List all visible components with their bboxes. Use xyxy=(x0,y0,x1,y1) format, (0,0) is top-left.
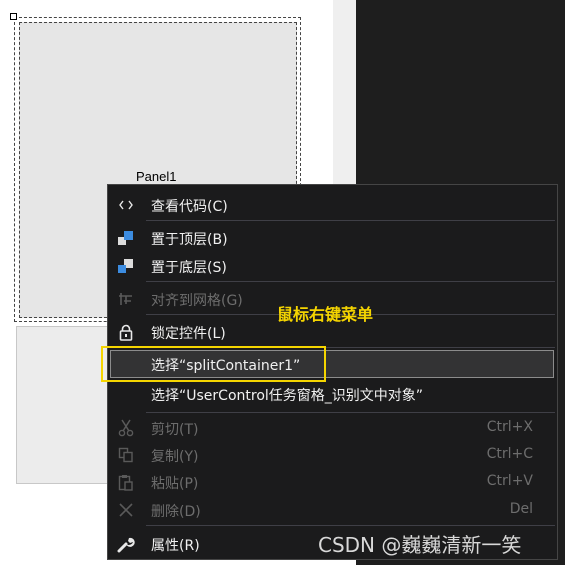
menu-item-cut: 剪切(T) Ctrl+X xyxy=(108,414,557,442)
menu-separator xyxy=(146,220,555,221)
menu-item-copy: 复制(Y) Ctrl+C xyxy=(108,441,557,469)
menu-item-label: 锁定控件(L) xyxy=(151,326,226,342)
menu-item-view-code[interactable]: 查看代码(C) xyxy=(108,191,557,219)
menu-item-bring-to-front[interactable]: 置于顶层(B) xyxy=(108,224,557,252)
menu-item-label: 剪切(T) xyxy=(151,422,199,438)
menu-item-label: 复制(Y) xyxy=(151,449,199,465)
menu-item-label: 查看代码(C) xyxy=(151,199,228,215)
paste-icon xyxy=(117,474,135,491)
menu-item-shortcut: Ctrl+V xyxy=(486,473,533,489)
menu-item-shortcut: Ctrl+C xyxy=(486,446,533,462)
menu-item-label: 置于顶层(B) xyxy=(151,232,228,248)
menu-item-label: 删除(D) xyxy=(151,504,201,520)
menu-item-label: 属性(R) xyxy=(151,538,200,554)
menu-separator xyxy=(146,525,555,526)
code-icon xyxy=(117,197,135,213)
designer-gutter xyxy=(333,0,356,186)
delete-x-icon xyxy=(117,502,135,518)
lock-icon xyxy=(117,324,135,341)
annotation-highlight-box xyxy=(101,346,326,382)
scissors-icon xyxy=(117,419,135,437)
menu-item-label: 粘贴(P) xyxy=(151,476,199,492)
align-to-grid-icon xyxy=(117,291,135,307)
menu-item-shortcut: Del xyxy=(509,501,533,517)
menu-item-delete: 删除(D) Del xyxy=(108,496,557,524)
menu-item-send-to-back[interactable]: 置于底层(S) xyxy=(108,252,557,280)
menu-item-label: 对齐到网格(G) xyxy=(151,293,243,309)
menu-item-select-usercontrol[interactable]: 选择“UserControl任务窗格_识别文中对象” xyxy=(108,380,557,408)
menu-separator xyxy=(146,412,555,413)
bring-to-front-icon xyxy=(117,230,135,246)
wrench-icon xyxy=(117,536,135,553)
menu-item-shortcut: Ctrl+X xyxy=(486,419,533,435)
send-to-back-icon xyxy=(117,258,135,274)
menu-separator xyxy=(146,281,555,282)
panel1-label: Panel1 xyxy=(136,169,177,184)
menu-item-label: 置于底层(S) xyxy=(151,260,227,276)
watermark: CSDN @巍巍清新一笑 xyxy=(318,533,522,557)
annotation-label: 鼠标右键菜单 xyxy=(277,305,374,324)
menu-item-label: 选择“UserControl任务窗格_识别文中对象” xyxy=(151,388,424,404)
selection-grab-handle[interactable] xyxy=(10,13,17,20)
copy-icon xyxy=(117,447,135,463)
menu-item-paste: 粘贴(P) Ctrl+V xyxy=(108,468,557,496)
